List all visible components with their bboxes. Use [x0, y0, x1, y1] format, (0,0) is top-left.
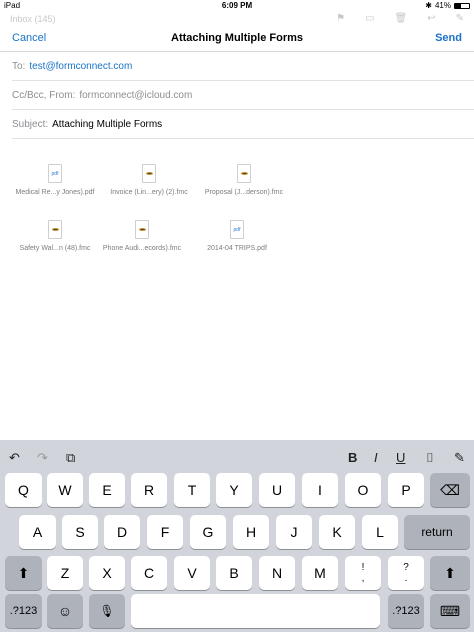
attachment-name: Proposal (J...derson).fmc	[204, 189, 284, 196]
emoji-icon[interactable]: ☺	[47, 594, 83, 628]
attachment-item[interactable]: Invoice (Lin...ery) (2).fmc	[101, 164, 197, 196]
key-w[interactable]: W	[47, 473, 83, 507]
key-q[interactable]: Q	[5, 473, 42, 507]
pdf-file-icon: pdf	[48, 164, 62, 183]
key-m[interactable]: M	[302, 556, 338, 590]
key-f[interactable]: F	[147, 515, 183, 549]
key-z[interactable]: Z	[47, 556, 83, 590]
keyboard-shortcut-bar: ↶ ↷ ⧉ B I U ⌷ ✎	[0, 440, 474, 476]
return-key[interactable]: return	[404, 515, 470, 549]
form-file-icon	[135, 220, 149, 239]
battery-icon	[454, 2, 470, 9]
reply-icon: ↩	[427, 13, 436, 24]
redo-icon[interactable]: ↷	[37, 450, 48, 466]
key-k[interactable]: K	[319, 515, 355, 549]
camera-icon[interactable]: ⌷	[426, 450, 434, 466]
compose-title: Attaching Multiple Forms	[171, 32, 303, 44]
key-p[interactable]: P	[388, 473, 424, 507]
key-s[interactable]: S	[62, 515, 98, 549]
to-recipient[interactable]: test@formconnect.com	[29, 61, 132, 72]
attachment-item[interactable]: Phone Audi...ecords).fmc	[94, 220, 190, 252]
backspace-key[interactable]: ⌫	[430, 473, 470, 507]
attachment-name: 2014-04 TRIPS.pdf	[207, 245, 267, 252]
key-d[interactable]: D	[104, 515, 140, 549]
key-n[interactable]: N	[259, 556, 295, 590]
bold-button[interactable]: B	[348, 450, 357, 465]
onscreen-keyboard: ↶ ↷ ⧉ B I U ⌷ ✎ Q W E R T Y U I O P ⌫ A …	[0, 440, 474, 632]
key-o[interactable]: O	[345, 473, 381, 507]
key-a[interactable]: A	[19, 515, 56, 549]
key-u[interactable]: U	[259, 473, 295, 507]
microphone-icon[interactable]: 🎙	[89, 594, 125, 628]
undo-icon[interactable]: ↶	[9, 450, 20, 466]
attachment-name: Invoice (Lin...ery) (2).fmc	[110, 189, 188, 196]
form-file-icon	[142, 164, 156, 183]
form-file-icon	[237, 164, 251, 183]
inbox-back-link: Inbox (145)	[10, 14, 56, 24]
key-v[interactable]: V	[174, 556, 210, 590]
flag-icon: ⚑	[336, 13, 346, 24]
battery-percent: 41%	[434, 1, 451, 10]
bluetooth-icon: ✱	[425, 1, 432, 10]
key-l[interactable]: L	[362, 515, 398, 549]
numbers-key-left[interactable]: .?123	[5, 594, 42, 628]
key-y[interactable]: Y	[216, 473, 252, 507]
subject-input[interactable]: Attaching Multiple Forms	[52, 119, 162, 130]
status-right: ✱ 41%	[425, 1, 470, 10]
status-time: 6:09 PM	[221, 1, 253, 10]
key-j[interactable]: J	[276, 515, 312, 549]
key-x[interactable]: X	[89, 556, 125, 590]
attachment-item[interactable]: pdf 2014-04 TRIPS.pdf	[189, 220, 285, 252]
attachment-name: Phone Audi...ecords).fmc	[102, 245, 182, 252]
attachment-item[interactable]: Safety Wal...n (48).fmc	[7, 220, 103, 252]
key-r[interactable]: R	[131, 473, 167, 507]
key-e[interactable]: E	[89, 473, 125, 507]
attachment-name: Safety Wal...n (48).fmc	[19, 245, 91, 252]
cc-label: Cc/Bcc, From:	[12, 89, 76, 101]
paste-icon[interactable]: ⧉	[66, 450, 75, 466]
status-bar: iPad 6:09 PM ✱ 41%	[0, 0, 474, 12]
folder-icon: ▭	[365, 13, 375, 24]
shift-key-right[interactable]: ⬆	[430, 556, 470, 590]
shift-key-left[interactable]: ⬆	[5, 556, 42, 590]
key-exclaim-comma[interactable]: ! ,	[345, 556, 381, 590]
cc-bcc-from-field[interactable]: Cc/Bcc, From: formconnect@icloud.com	[12, 81, 474, 110]
subject-label: Subject:	[12, 118, 49, 130]
key-question-period[interactable]: ? .	[388, 556, 424, 590]
attachment-item[interactable]: Proposal (J...derson).fmc	[196, 164, 292, 196]
key-g[interactable]: G	[190, 515, 226, 549]
space-bar[interactable]	[131, 594, 380, 628]
subject-field[interactable]: Subject: Attaching Multiple Forms	[12, 110, 474, 139]
attachment-item[interactable]: pdf Medical Re...y Jones).pdf	[7, 164, 103, 196]
key-h[interactable]: H	[233, 515, 269, 549]
hide-keyboard-icon[interactable]: ⌨	[430, 594, 470, 628]
underline-button[interactable]: U	[396, 450, 405, 465]
attachment-name: Medical Re...y Jones).pdf	[15, 189, 95, 196]
form-file-icon	[48, 220, 62, 239]
key-t[interactable]: T	[174, 473, 210, 507]
attach-icon[interactable]: ✎	[454, 450, 465, 466]
send-button[interactable]: Send	[435, 32, 462, 44]
numbers-key-right[interactable]: .?123	[388, 594, 424, 628]
key-c[interactable]: C	[131, 556, 167, 590]
trash-icon: 🗑	[394, 13, 408, 24]
pdf-file-icon: pdf	[230, 220, 244, 239]
key-i[interactable]: I	[302, 473, 338, 507]
key-b[interactable]: B	[216, 556, 252, 590]
to-label: To:	[12, 60, 26, 72]
italic-button[interactable]: I	[374, 450, 378, 465]
compose-header: Cancel Attaching Multiple Forms Send	[0, 26, 474, 52]
to-field[interactable]: To: test@formconnect.com	[12, 52, 474, 81]
from-address[interactable]: formconnect@icloud.com	[79, 90, 192, 101]
background-mail-toolbar: Inbox (145) ⚑ ▭ 🗑 ↩ ✎	[0, 12, 474, 26]
compose-icon: ✎	[455, 13, 464, 24]
